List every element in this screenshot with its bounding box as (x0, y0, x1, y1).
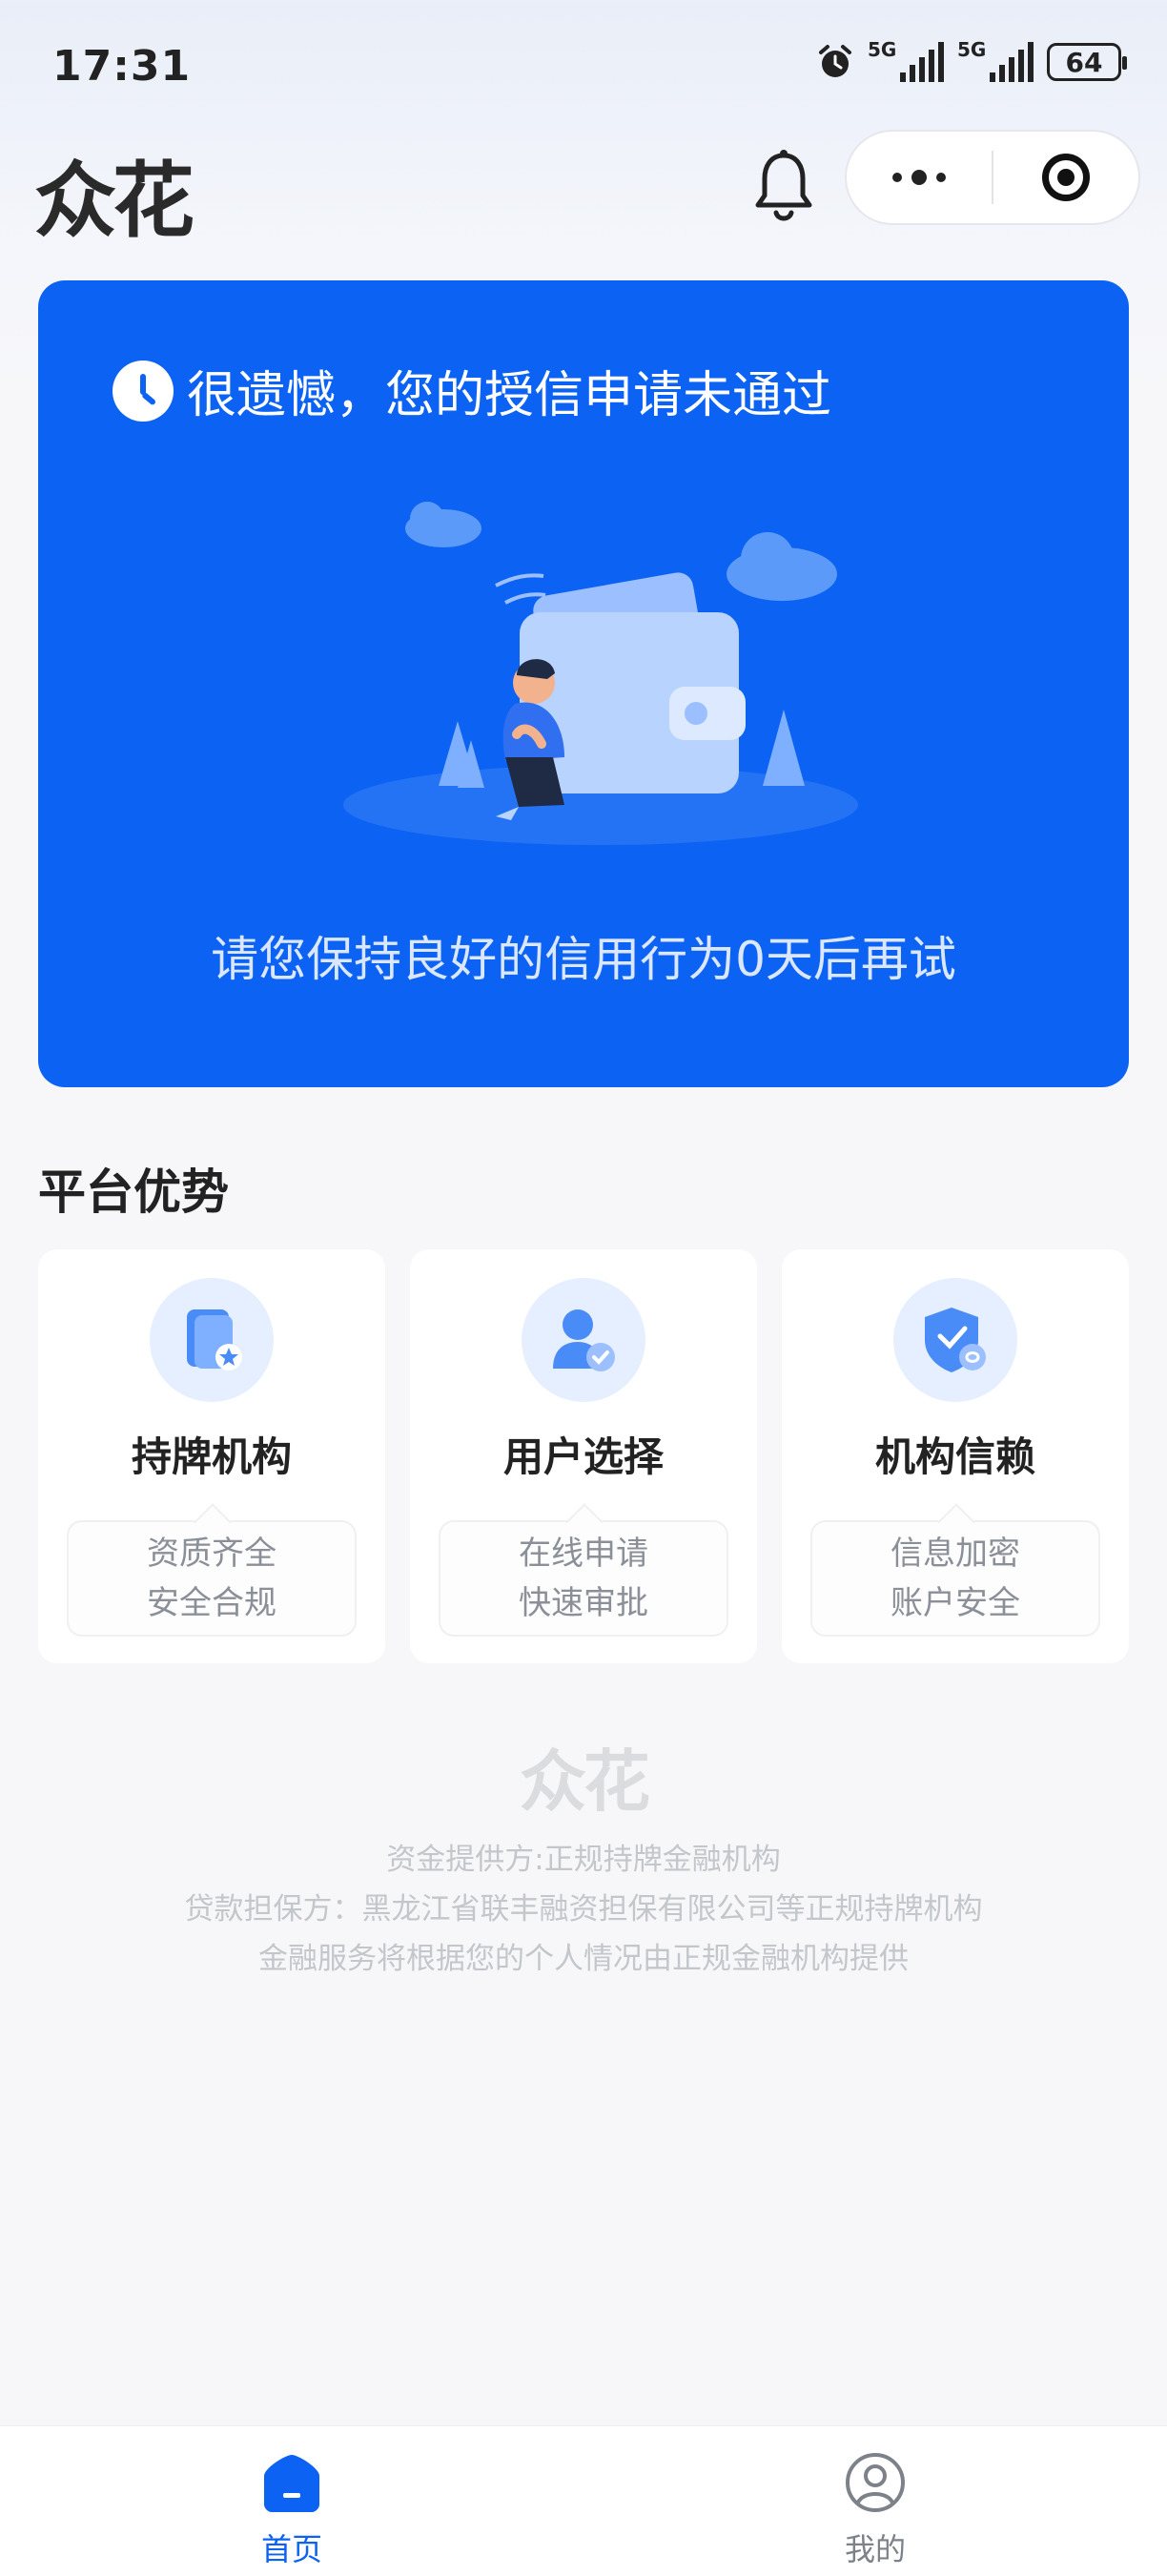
advantage-desc-line1: 资质齐全 (147, 1535, 276, 1573)
licensed-institution-icon (150, 1278, 274, 1402)
user-choice-icon (522, 1278, 645, 1402)
wallet-person-illustration (343, 502, 858, 845)
signal-1-icon: 5G (868, 38, 944, 82)
advantage-desc: 信息加密 账户安全 (810, 1520, 1100, 1637)
clock-icon (113, 360, 174, 422)
advantage-desc-line1: 信息加密 (891, 1535, 1020, 1573)
advantage-card-licensed: 持牌机构 资质齐全 安全合规 (38, 1249, 385, 1663)
close-target-icon (1042, 154, 1090, 201)
advantage-name: 用户选择 (502, 1433, 664, 1480)
tab-home-label: 首页 (260, 2531, 322, 2567)
advantage-name: 机构信赖 (874, 1433, 1035, 1480)
trust-shield-icon (893, 1278, 1017, 1402)
advantage-desc-line2: 账户安全 (891, 1584, 1020, 1622)
status-icons: 5G 5G 64 (816, 38, 1127, 82)
battery-icon: 64 (1047, 43, 1127, 81)
credit-result-card: 很遗憾，您的授信申请未通过 请您保持良好的信用行为0天后再试 (38, 280, 1129, 1087)
bottom-tab-bar: 首页 我的 (0, 2425, 1167, 2576)
close-button[interactable] (993, 132, 1138, 223)
mini-program-capsule (845, 130, 1140, 225)
footer-logo: 众花 (520, 1741, 650, 1821)
advantage-desc-line1: 在线申请 (519, 1535, 648, 1573)
advantage-desc-line2: 快速审批 (519, 1584, 648, 1622)
advantage-name: 持牌机构 (131, 1433, 292, 1480)
tab-profile[interactable]: 我的 (584, 2426, 1167, 2576)
bell-icon[interactable] (753, 148, 814, 224)
result-title: 很遗憾，您的授信申请未通过 (187, 367, 832, 424)
advantage-desc: 在线申请 快速审批 (439, 1520, 728, 1637)
network-2-label: 5G (957, 38, 987, 61)
advantage-card-user-choice: 用户选择 在线申请 快速审批 (410, 1249, 757, 1663)
status-bar: 17:31 5G 5G 64 (0, 0, 1167, 134)
more-dots-icon (892, 170, 946, 185)
result-title-row: 很遗憾，您的授信申请未通过 (113, 355, 831, 426)
profile-icon (846, 2453, 905, 2512)
tab-home[interactable]: 首页 (0, 2426, 584, 2576)
status-time: 17:31 (52, 42, 192, 91)
signal-2-icon: 5G (957, 38, 1034, 82)
advantages-cards: 持牌机构 资质齐全 安全合规 用户选择 在线申请 快速审批 机构信赖 信息加密 … (38, 1249, 1129, 1663)
advantage-desc: 资质齐全 安全合规 (67, 1520, 357, 1637)
retry-tip: 请您保持良好的信用行为0天后再试 (211, 932, 956, 987)
advantage-card-trust: 机构信赖 信息加密 账户安全 (782, 1249, 1129, 1663)
footer-line-guarantor: 贷款担保方：黑龙江省联丰融资担保有限公司等正规持牌机构 (184, 1892, 983, 1927)
footer-disclaimer: 资金提供方:正规持牌金融机构 贷款担保方：黑龙江省联丰融资担保有限公司等正规持牌… (0, 1835, 1167, 1984)
tab-profile-label: 我的 (844, 2531, 906, 2567)
app-logo: 众花 (34, 153, 194, 249)
home-icon (264, 2455, 319, 2512)
advantage-desc-line2: 安全合规 (147, 1584, 276, 1622)
advantages-title: 平台优势 (38, 1164, 229, 1220)
network-1-label: 5G (868, 38, 897, 61)
alarm-icon (819, 45, 851, 77)
more-button[interactable] (847, 132, 992, 223)
footer-line-service: 金融服务将根据您的个人情况由正规金融机构提供 (258, 1942, 909, 1976)
battery-level: 64 (1065, 46, 1103, 78)
footer-line-funding: 资金提供方:正规持牌金融机构 (386, 1843, 781, 1877)
